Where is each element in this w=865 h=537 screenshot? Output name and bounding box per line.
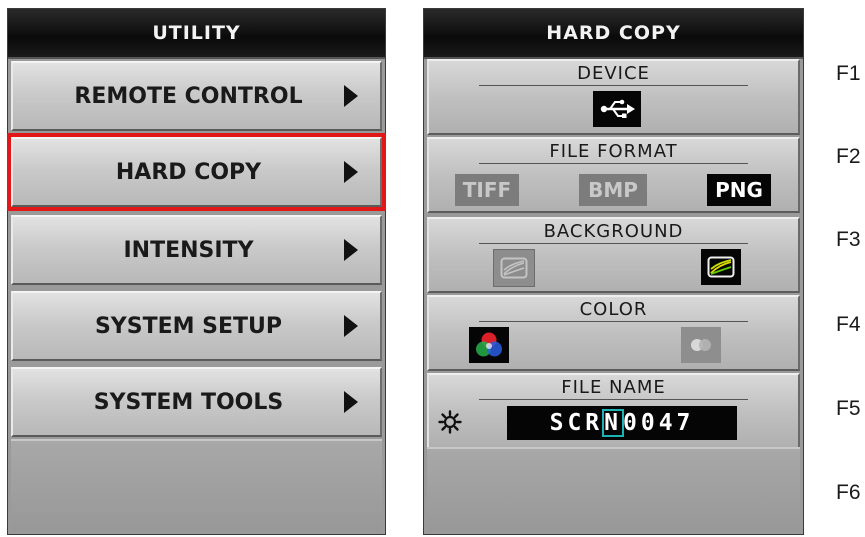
color-section[interactable]: COLOR (427, 295, 800, 371)
submenu-arrow-icon (344, 315, 358, 337)
submenu-arrow-icon (344, 391, 358, 413)
submenu-arrow-icon (344, 161, 358, 183)
device-title: DEVICE (577, 63, 650, 84)
background-title: BACKGROUND (543, 221, 684, 242)
file-name-title: FILE NAME (561, 377, 666, 398)
device-section[interactable]: DEVICE (427, 59, 800, 135)
menu-item-system-tools[interactable]: SYSTEM TOOLS (11, 367, 382, 437)
menu-item-hard-copy[interactable]: HARD COPY (7, 133, 386, 211)
file-name-prefix: SCR (549, 410, 604, 436)
empty-menu-slot (427, 447, 800, 531)
background-dark-icon[interactable] (701, 249, 741, 285)
function-key-f1[interactable]: F1 (836, 62, 861, 86)
utility-menu-title: UTILITY (8, 9, 385, 59)
empty-menu-slot (11, 439, 382, 531)
file-name-cursor[interactable]: N (602, 409, 624, 437)
menu-item-intensity[interactable]: INTENSITY (11, 215, 382, 285)
section-divider (479, 243, 748, 244)
usb-icon[interactable] (593, 91, 641, 127)
section-divider (479, 399, 748, 400)
hard-copy-panel: HARD COPY DEVICE FILE FORMAT TIFF BMP PN… (423, 8, 804, 535)
color-title: COLOR (579, 299, 648, 320)
hard-copy-title: HARD COPY (424, 9, 803, 59)
file-name-suffix: 0047 (623, 410, 695, 436)
function-key-f5[interactable]: F5 (836, 397, 861, 421)
menu-item-system-setup[interactable]: SYSTEM SETUP (11, 291, 382, 361)
utility-menu-panel: UTILITY REMOTE CONTROL HARD COPY INTENSI… (7, 8, 386, 535)
file-name-field[interactable]: SCR N 0047 (507, 406, 737, 440)
background-light-icon[interactable] (493, 249, 535, 287)
format-option-bmp[interactable]: BMP (579, 174, 647, 206)
file-name-section[interactable]: FILE NAME SCR N 0047 (427, 373, 800, 449)
menu-item-label: REMOTE CONTROL (74, 83, 303, 109)
menu-item-label: HARD COPY (115, 159, 262, 185)
adjust-knob-icon[interactable] (435, 407, 465, 437)
function-key-f4[interactable]: F4 (836, 313, 861, 337)
function-key-f6[interactable]: F6 (836, 481, 861, 505)
color-icon[interactable] (469, 327, 509, 363)
file-format-section[interactable]: FILE FORMAT TIFF BMP PNG (427, 137, 800, 213)
file-format-title: FILE FORMAT (549, 141, 678, 162)
menu-item-label: SYSTEM TOOLS (93, 389, 284, 415)
section-divider (479, 163, 748, 164)
function-key-f2[interactable]: F2 (836, 145, 861, 169)
background-section[interactable]: BACKGROUND (427, 217, 800, 293)
function-key-f3[interactable]: F3 (836, 228, 861, 252)
mono-icon[interactable] (681, 327, 721, 363)
section-divider (479, 85, 748, 86)
format-option-png[interactable]: PNG (707, 174, 771, 206)
submenu-arrow-icon (344, 239, 358, 261)
format-option-tiff[interactable]: TIFF (455, 174, 519, 206)
menu-item-remote-control[interactable]: REMOTE CONTROL (11, 61, 382, 131)
section-divider (479, 321, 748, 322)
menu-item-label: SYSTEM SETUP (94, 313, 283, 339)
submenu-arrow-icon (344, 85, 358, 107)
menu-item-label: INTENSITY (123, 237, 254, 263)
